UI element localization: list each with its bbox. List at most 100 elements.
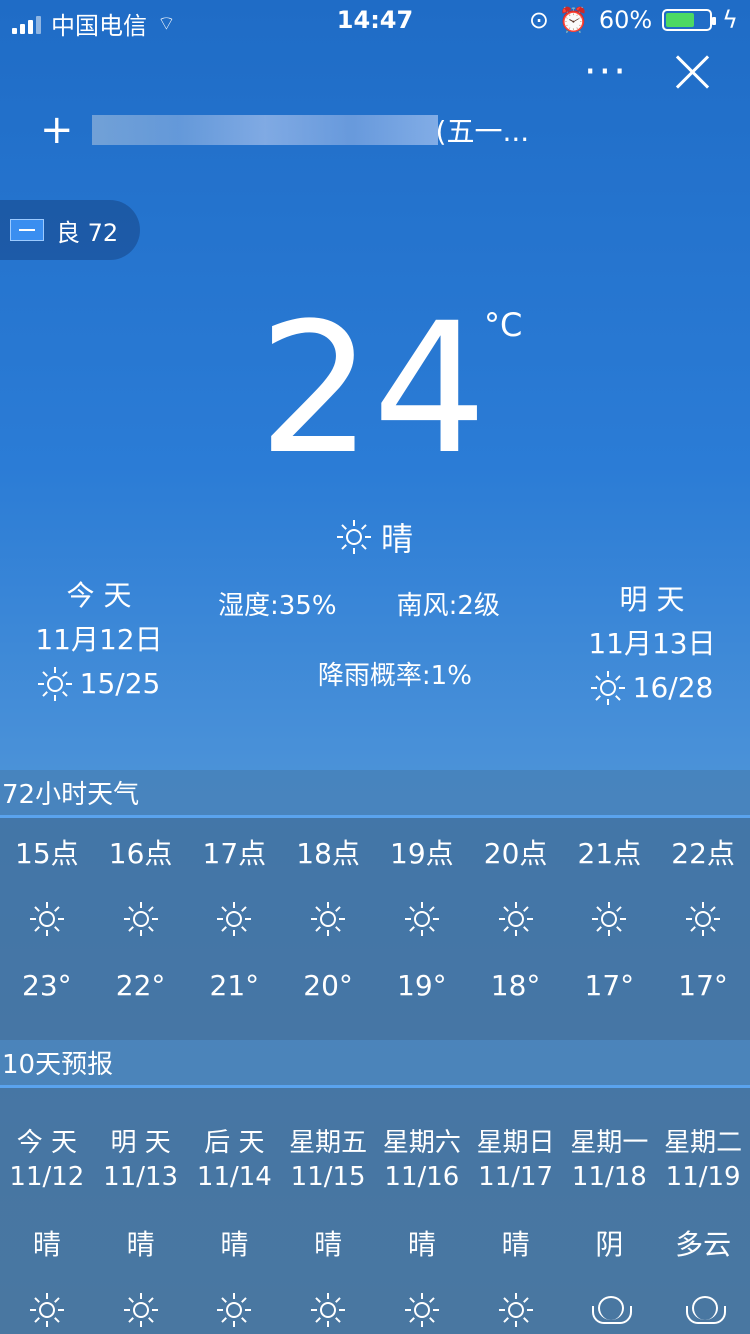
hour-temp: 20° bbox=[303, 969, 353, 1002]
sun-icon bbox=[123, 902, 158, 936]
hour-temp: 21° bbox=[209, 969, 260, 1002]
battery-percent: 60% bbox=[598, 6, 653, 34]
forecast-day: 星期六 11/16 晴 bbox=[375, 1126, 469, 1334]
charging-icon: ϟ bbox=[722, 6, 738, 34]
sun-icon bbox=[311, 902, 346, 936]
add-location-icon[interactable]: + bbox=[40, 110, 74, 150]
hour-label: 20点 bbox=[483, 837, 548, 870]
sun-icon bbox=[590, 671, 625, 705]
sun-icon bbox=[217, 1293, 252, 1327]
sun-icon bbox=[37, 667, 72, 701]
hour-label: 16点 bbox=[108, 837, 173, 870]
forecast-day: 星期五 11/15 晴 bbox=[281, 1126, 375, 1334]
hourly-item: 22点 17° bbox=[656, 834, 750, 1008]
forecast-day-label: 明 天 bbox=[110, 1128, 171, 1158]
forecast-day: 后 天 11/14 晴 bbox=[188, 1126, 282, 1334]
hourly-list[interactable]: 15点 23° 16点 22° 17点 21° 18点 20° 19点 19° 20点 18° 21点 1… bbox=[0, 818, 750, 1040]
forecast-condition: 晴 bbox=[501, 1228, 530, 1261]
forecast-date: 11/13 bbox=[103, 1162, 179, 1192]
battery-icon bbox=[662, 9, 717, 31]
hour-label: 19点 bbox=[390, 837, 454, 870]
hourly-item: 17点 21° bbox=[188, 834, 282, 1008]
current-condition: 晴 bbox=[0, 514, 750, 560]
forecast-condition: 晴 bbox=[407, 1228, 436, 1261]
today-summary: 今 天 11月12日 15/25 bbox=[34, 574, 164, 706]
hour-label: 22点 bbox=[671, 837, 735, 870]
aqi-level-icon bbox=[10, 219, 44, 241]
forecast-date: 11/16 bbox=[384, 1162, 460, 1192]
forecast-day-label: 星期一 bbox=[570, 1128, 649, 1158]
forecast-list[interactable]: 今 天 11/12 晴 明 天 11/13 晴 后 天 11/14 晴 星期五 11/15 晴 星期六 1… bbox=[0, 1088, 750, 1334]
hour-label: 21点 bbox=[577, 837, 642, 870]
weather-details: 湿度:35% 南风:2级 降雨概率:1% bbox=[218, 588, 500, 694]
forecast-day-label: 星期二 bbox=[664, 1128, 743, 1158]
hourly-item: 19点 19° bbox=[375, 834, 469, 1008]
forecast-day: 星期二 11/19 多云 bbox=[656, 1126, 750, 1334]
forecast-condition: 晴 bbox=[314, 1228, 343, 1261]
hourly-item: 18点 20° bbox=[281, 834, 375, 1008]
hourly-item: 16点 22° bbox=[94, 834, 188, 1008]
forecast-day-label: 今 天 bbox=[16, 1128, 77, 1158]
sun-icon bbox=[498, 1293, 533, 1327]
close-icon[interactable] bbox=[674, 54, 710, 90]
tomorrow-range: 16/28 bbox=[632, 671, 714, 704]
current-temperature: 24 bbox=[258, 285, 488, 494]
sun-icon bbox=[29, 1293, 64, 1327]
hourly-title: 72小时天气 bbox=[0, 770, 750, 818]
forecast-condition: 阴 bbox=[595, 1228, 624, 1261]
location-name-blurred bbox=[91, 115, 438, 145]
forecast-day-label: 星期六 bbox=[382, 1128, 461, 1158]
today-date: 11月12日 bbox=[35, 623, 163, 656]
rain-probability-text: 降雨概率:1% bbox=[317, 661, 472, 691]
hour-label: 15点 bbox=[15, 837, 79, 870]
hour-temp: 18° bbox=[490, 969, 541, 1002]
today-label: 今 天 bbox=[66, 579, 132, 612]
temperature-unit: °C bbox=[484, 306, 523, 344]
sun-icon bbox=[29, 902, 64, 936]
tomorrow-summary: 明 天 11月13日 16/28 bbox=[588, 578, 716, 710]
forecast-day-label: 星期五 bbox=[289, 1128, 368, 1158]
forecast-date: 11/18 bbox=[571, 1162, 647, 1192]
hour-temp: 19° bbox=[397, 969, 447, 1002]
forecast-day: 星期日 11/17 晴 bbox=[469, 1126, 563, 1334]
forecast-date: 11/15 bbox=[290, 1162, 366, 1192]
aqi-badge[interactable]: 良 72 bbox=[0, 200, 140, 260]
sun-icon bbox=[592, 902, 627, 936]
hour-label: 17点 bbox=[202, 837, 267, 870]
status-bar: 中国电信 ⌔ 14:47 ⊙ ⏰ 60% ϟ bbox=[0, 0, 750, 42]
sun-icon bbox=[404, 902, 439, 936]
forecast-day: 今 天 11/12 晴 bbox=[0, 1126, 94, 1334]
forecast-day-label: 后 天 bbox=[204, 1128, 265, 1158]
tomorrow-date: 11月13日 bbox=[588, 627, 716, 660]
sun-icon bbox=[686, 902, 721, 936]
sun-icon bbox=[217, 902, 252, 936]
top-actions: ··· bbox=[584, 52, 710, 92]
hour-label: 18点 bbox=[296, 837, 360, 870]
today-range: 15/25 bbox=[79, 667, 161, 700]
alarm-icon: ⏰ bbox=[558, 6, 589, 34]
sun-icon bbox=[311, 1293, 346, 1327]
status-right: ⊙ ⏰ 60% ϟ bbox=[529, 6, 738, 34]
tomorrow-label: 明 天 bbox=[619, 583, 685, 616]
hour-temp: 17° bbox=[584, 969, 635, 1002]
sun-icon bbox=[498, 902, 533, 936]
forecast-condition: 晴 bbox=[220, 1228, 249, 1261]
forecast-day-label: 星期日 bbox=[476, 1128, 555, 1158]
hourly-item: 21点 17° bbox=[563, 834, 657, 1008]
humidity-text: 湿度:35% bbox=[218, 591, 337, 621]
forecast-day: 星期一 11/18 阴 bbox=[563, 1126, 657, 1334]
more-options-icon[interactable]: ··· bbox=[584, 52, 628, 92]
location-row: + (五一... bbox=[40, 110, 529, 150]
rotation-lock-icon: ⊙ bbox=[528, 6, 549, 34]
forecast-date: 11/19 bbox=[665, 1162, 741, 1192]
cloud-icon bbox=[680, 1296, 727, 1324]
forecast-condition: 晴 bbox=[126, 1228, 155, 1261]
forecast-condition: 多云 bbox=[675, 1228, 732, 1261]
hourly-item: 15点 23° bbox=[0, 834, 94, 1008]
current-condition-text: 晴 bbox=[380, 520, 413, 558]
hourly-section: 72小时天气 15点 23° 16点 22° 17点 21° 18点 20° 19点 19° 20点… bbox=[0, 770, 750, 1040]
location-suffix: (五一... bbox=[435, 115, 530, 148]
forecast-condition: 晴 bbox=[32, 1228, 61, 1261]
forecast-date: 11/17 bbox=[478, 1162, 554, 1192]
forecast-date: 11/12 bbox=[9, 1162, 85, 1192]
